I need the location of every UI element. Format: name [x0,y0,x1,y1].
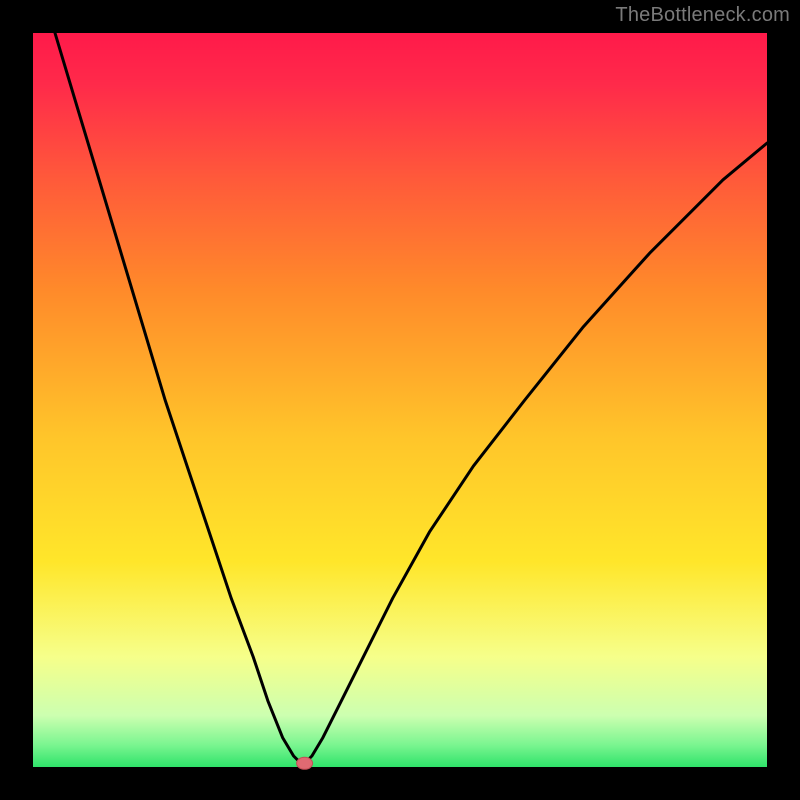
minimum-marker [297,757,313,769]
attribution-text: TheBottleneck.com [615,4,790,27]
bottleneck-chart: TheBottleneck.com [0,0,800,800]
chart-svg [0,0,800,800]
plot-area [33,33,767,767]
